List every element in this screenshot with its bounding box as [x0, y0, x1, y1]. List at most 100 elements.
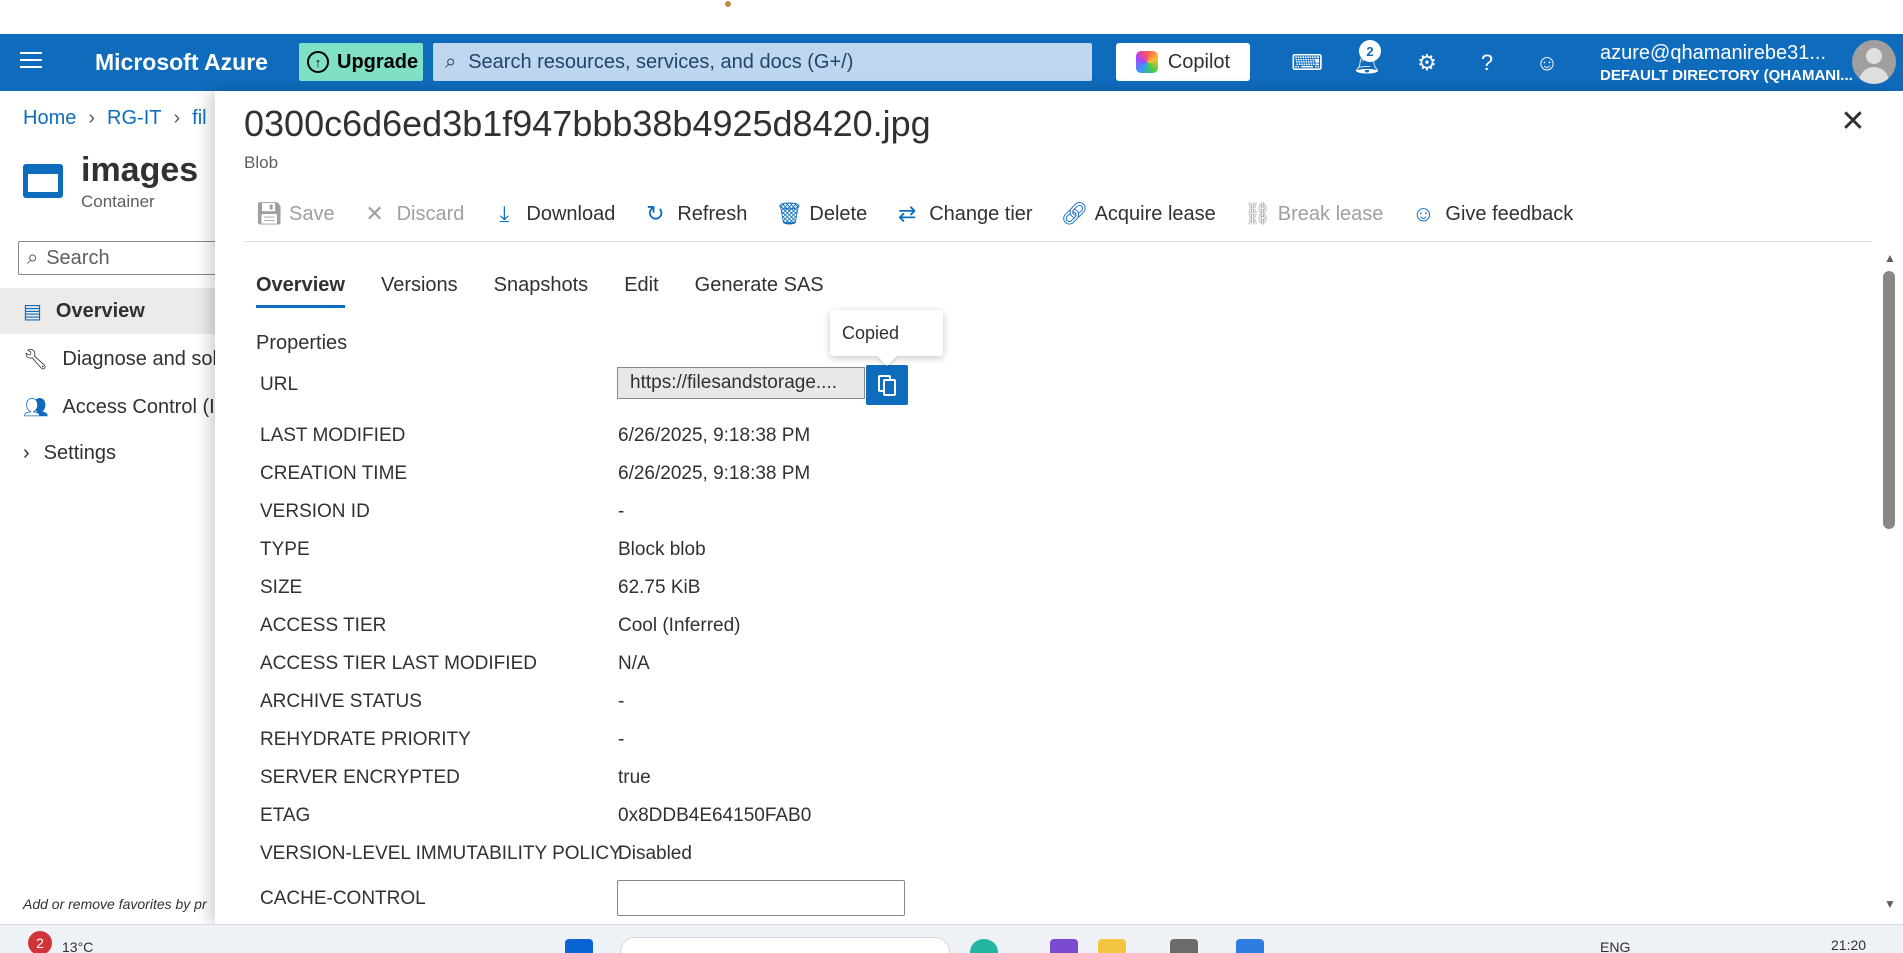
property-key: LAST MODIFIED — [260, 425, 406, 446]
sidebar-item-overview[interactable]: ▤ Overview — [0, 288, 215, 334]
property-key: ACCESS TIER LAST MODIFIED — [260, 653, 537, 674]
property-key: TYPE — [260, 539, 310, 560]
change-tier-icon: ⇄ — [897, 201, 917, 226]
discard-button[interactable]: ✕ Discard — [363, 201, 464, 227]
download-icon: ⤓ — [499, 201, 510, 226]
weather-badge[interactable]: 2 — [28, 931, 52, 953]
save-button[interactable]: 💾︎ Save — [255, 201, 335, 227]
app-icon[interactable] — [1050, 939, 1078, 953]
sidebar-item-label: Settings — [43, 441, 116, 464]
feedback-header-icon[interactable]: ☺ — [1532, 48, 1562, 78]
cloud-shell-icon[interactable]: ⌨ — [1291, 48, 1323, 78]
property-key: VERSION-LEVEL IMMUTABILITY POLICY — [260, 843, 622, 864]
scrollbar-thumb[interactable] — [1883, 271, 1895, 529]
clock[interactable]: 21:20 — [1831, 937, 1866, 953]
scroll-down-icon[interactable]: ▼ — [1884, 897, 1896, 911]
give-feedback-label: Give feedback — [1445, 202, 1574, 225]
tab-snapshots[interactable]: Snapshots — [494, 274, 589, 308]
save-label: Save — [289, 202, 335, 225]
help-icon[interactable]: ? — [1472, 48, 1502, 78]
property-value: Block blob — [618, 539, 706, 560]
property-row: VERSION ID - — [260, 493, 1260, 531]
sidebar-item-label: Access Control (IA — [62, 395, 215, 418]
upgrade-label: Upgrade — [337, 50, 419, 73]
tab-versions[interactable]: Versions — [381, 274, 458, 308]
give-feedback-button[interactable]: ☺ Give feedback — [1411, 201, 1573, 227]
left-search-input[interactable]: ⌕ Search — [18, 241, 238, 275]
settings-gear-icon[interactable]: ⚙ — [1412, 48, 1442, 78]
property-row: TYPE Block blob — [260, 531, 1260, 569]
blob-properties-blade: 0300c6d6ed3b1f947bbb38b4925d8420.jpg Blo… — [215, 91, 1903, 924]
scroll-up-icon[interactable]: ▲ — [1884, 251, 1896, 265]
people-icon: 👥︎ — [23, 396, 49, 419]
command-bar: 💾︎ Save ✕ Discard ⤓ Download ↻ Refresh 🗑︎ Del… — [255, 193, 1573, 235]
taskbar-search[interactable] — [620, 937, 950, 953]
account-menu[interactable]: azure@qhamanirebe31... DEFAULT DIRECTORY… — [1600, 42, 1853, 84]
break-lease-label: Break lease — [1277, 202, 1384, 225]
properties-heading: Properties — [256, 332, 348, 354]
tab-edit[interactable]: Edit — [624, 274, 658, 308]
url-field[interactable]: https://filesandstorage.... — [617, 367, 865, 399]
cache-control-input[interactable] — [617, 880, 905, 916]
menu-icon[interactable] — [20, 52, 42, 72]
property-value: Cool (Inferred) — [618, 615, 741, 636]
browser-top-strip — [0, 0, 1903, 34]
copy-url-button[interactable] — [866, 365, 908, 405]
refresh-icon: ↻ — [646, 201, 665, 226]
tab-generate-sas[interactable]: Generate SAS — [695, 274, 824, 308]
property-value: - — [618, 691, 625, 712]
windows-start-icon[interactable] — [565, 939, 593, 953]
property-value: 6/26/2025, 9:18:38 PM — [618, 425, 811, 446]
acquire-lease-icon: 🔗︎ — [1060, 201, 1089, 226]
upgrade-button[interactable]: ↑ Upgrade — [299, 43, 423, 81]
sidebar-item-settings[interactable]: › Settings — [0, 430, 215, 476]
download-button[interactable]: ⤓ Download — [492, 201, 616, 227]
breadcrumb: Home › RG-IT › fil — [23, 107, 207, 130]
delete-label: Delete — [809, 202, 868, 225]
tab-overview[interactable]: Overview — [256, 274, 345, 308]
resource-subtitle: Container — [81, 192, 155, 211]
account-email: azure@qhamanirebe31... — [1600, 42, 1826, 64]
change-tier-button[interactable]: ⇄ Change tier — [895, 201, 1033, 227]
break-lease-button[interactable]: ⛓︎ Break lease — [1244, 201, 1384, 227]
language-indicator[interactable]: ENG — [1600, 939, 1630, 953]
sidebar-item-diagnose[interactable]: 🔧︎ Diagnose and solv — [0, 336, 215, 382]
property-row: ETAG 0x8DDB4E64150FAB0 — [260, 797, 1260, 835]
account-directory: DEFAULT DIRECTORY (QHAMANI... — [1600, 67, 1853, 84]
brand-title[interactable]: Microsoft Azure — [95, 49, 268, 76]
edge-icon[interactable] — [970, 939, 998, 953]
left-search-placeholder: Search — [46, 246, 110, 269]
close-icon[interactable]: ✕ — [1838, 107, 1868, 137]
copilot-button[interactable]: Copilot — [1116, 43, 1250, 81]
property-row: VERSION-LEVEL IMMUTABILITY POLICY Disable… — [260, 835, 1260, 873]
property-row: ACCESS TIER LAST MODIFIED N/A — [260, 645, 1260, 683]
container-icon: ▤ — [23, 300, 42, 323]
breadcrumb-rg-it[interactable]: RG-IT — [107, 107, 161, 130]
refresh-button[interactable]: ↻ Refresh — [643, 201, 747, 227]
acquire-lease-button[interactable]: 🔗︎ Acquire lease — [1061, 201, 1216, 227]
sidebar-item-access-control[interactable]: 👥︎ Access Control (IA — [0, 384, 215, 430]
discard-icon: ✕ — [365, 201, 384, 226]
property-value: 62.75 KiB — [618, 577, 701, 598]
breadcrumb-home[interactable]: Home — [23, 107, 76, 130]
delete-button[interactable]: 🗑︎ Delete — [775, 201, 867, 227]
upgrade-arrow-icon: ↑ — [307, 51, 329, 73]
property-row: LAST MODIFIED 6/26/2025, 9:18:38 PM — [260, 417, 1260, 455]
acquire-lease-label: Acquire lease — [1094, 202, 1216, 225]
notification-badge: 2 — [1359, 40, 1381, 62]
avatar[interactable] — [1852, 40, 1896, 84]
vertical-scrollbar[interactable]: ▲ ▼ — [1879, 251, 1899, 911]
property-row: SERVER ENCRYPTED true — [260, 759, 1260, 797]
app-icon[interactable] — [1170, 939, 1198, 953]
app-icon[interactable] — [1236, 939, 1264, 953]
file-explorer-icon[interactable] — [1098, 939, 1126, 953]
url-label: URL — [260, 374, 299, 395]
property-key: SIZE — [260, 577, 303, 598]
breadcrumb-chevron-icon: › — [88, 107, 96, 129]
property-key: ACCESS TIER — [260, 615, 387, 636]
global-search-input[interactable]: ⌕ Search resources, services, and docs (… — [433, 43, 1092, 81]
breadcrumb-storage[interactable]: fil — [192, 107, 206, 130]
copilot-icon — [1135, 51, 1158, 73]
favorites-hint: Add or remove favorites by pr — [23, 896, 207, 912]
refresh-label: Refresh — [677, 202, 748, 225]
